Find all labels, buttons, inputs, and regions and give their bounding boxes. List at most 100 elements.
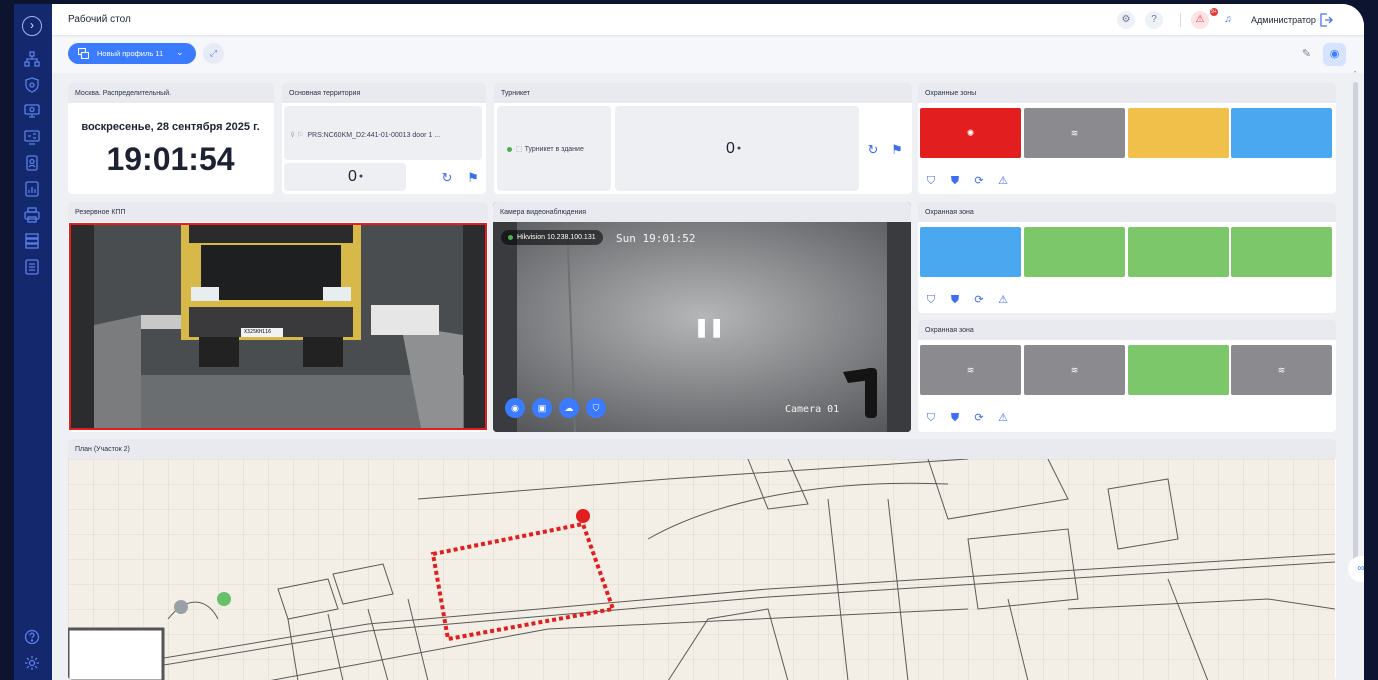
alarm-count-badge: 9+ <box>1210 8 1218 16</box>
side-panel-toggle-icon[interactable]: ∞ <box>1348 556 1364 582</box>
turnstile-counter-box: 0 ● <box>615 106 859 191</box>
clock-widget: Москва. Распределительный. воскресенье, … <box>68 83 274 194</box>
shield-icon[interactable] <box>24 77 40 93</box>
alarm-icon[interactable]: ⚠ <box>1191 11 1209 29</box>
pause-icon[interactable]: ❚❚ <box>694 317 724 338</box>
top-bar: Рабочий стол ⚙ ? ⚠ 9+ ♫ Администратор <box>52 4 1364 36</box>
plan-widget: План (Участок 2) <box>68 439 1336 680</box>
floor-plan-drawing <box>68 459 1335 680</box>
flag-clear-icon[interactable]: ⚑ <box>466 171 480 185</box>
record-icon[interactable]: ◉ <box>505 398 525 418</box>
camera-snapshot-icon[interactable]: ▣ <box>532 398 552 418</box>
org-structure-icon[interactable] <box>24 51 40 67</box>
no-connection-icon: ≋ <box>1070 365 1079 375</box>
door-name: ⊽ ⚐ PRS:NC60KM_D2:441-01-00013 door 1 ... <box>290 132 441 139</box>
page-title: Рабочий стол <box>68 14 131 25</box>
zone-cell-alarm[interactable]: ✺ <box>920 108 1021 158</box>
no-connection-icon: ≋ <box>1277 365 1286 375</box>
security-zone-widget-1: Охранная зона ⛉ ⛊ ⟳ ⚠ <box>918 202 1336 313</box>
reports-icon[interactable] <box>24 181 40 197</box>
flag-clear-icon[interactable]: ⚑ <box>890 143 904 157</box>
zone-cell-disarmed[interactable] <box>920 227 1021 277</box>
zone-cell-armed[interactable] <box>1231 227 1332 277</box>
reset-icon[interactable]: ⟳ <box>972 293 986 307</box>
disarm-icon[interactable]: ⛊ <box>948 293 962 307</box>
profile-select-button[interactable]: Новый профиль 11 ⌄ <box>68 43 196 64</box>
no-connection-icon: ≋ <box>966 365 975 375</box>
license-plate: Х325КН116 <box>244 329 272 335</box>
kpp-camera-view[interactable]: Х325КН116 <box>69 223 487 430</box>
status-dot <box>508 234 513 240</box>
zone-cell-offline[interactable]: ≋ <box>920 345 1021 395</box>
arm-icon[interactable]: ⛉ <box>924 174 938 188</box>
reset-icon[interactable]: ⟳ <box>972 411 986 425</box>
territory-widget: Основная территория ⊽ ⚐ PRS:NC60KM_D2:441… <box>282 83 486 194</box>
refresh-icon[interactable]: ↻ <box>866 143 880 157</box>
printer-icon[interactable] <box>24 207 40 223</box>
server-icon[interactable] <box>24 233 40 249</box>
turnstile-widget-title: Турникет <box>494 83 912 103</box>
monitor-icon[interactable] <box>24 103 40 119</box>
security-zone-title: Охранная зона <box>918 202 1336 222</box>
turnstile-icon: ⬚ <box>516 146 525 153</box>
disarm-icon[interactable]: ⛊ <box>948 411 962 425</box>
video-camera-view[interactable]: Hikvision 10.238.100.131 Sun 19:01:52 Ca… <box>493 222 911 432</box>
zone-cell-armed[interactable] <box>1024 227 1125 277</box>
camera-overlay-time: Sun 19:01:52 <box>616 232 696 245</box>
zone-cell-disarmed[interactable] <box>1231 108 1332 158</box>
arm-icon[interactable]: ⛉ <box>924 293 938 307</box>
alarm-light-icon: ✺ <box>966 128 975 138</box>
zone-cell-offline[interactable]: ≋ <box>1231 345 1332 395</box>
sidebar-toggle-button[interactable]: › <box>22 16 42 36</box>
person-icon: ● <box>736 145 742 153</box>
territory-widget-title: Основная территория <box>282 83 486 103</box>
video-camera-title: Камера видеонаблюдения <box>493 202 911 222</box>
video-camera-widget: Камера видеонаблюдения Hikvision 10.238.… <box>493 202 911 432</box>
security-zone-widget-2: Охранная зона ≋ ≋ ≋ ⛉ ⛊ ⟳ ⚠ <box>918 320 1336 432</box>
profile-label: Новый профиль 11 <box>97 49 164 58</box>
siren-icon[interactable]: ⚠ <box>996 411 1010 425</box>
badge-icon[interactable] <box>24 155 40 171</box>
zone-cell-warning[interactable] <box>1128 108 1229 158</box>
reserve-kpp-widget: Резервное КПП Х325КН116 <box>68 202 488 432</box>
cloud-download-icon[interactable]: ☁ <box>559 398 579 418</box>
main-area: Рабочий стол ⚙ ? ⚠ 9+ ♫ Администратор Но… <box>52 4 1364 680</box>
divider <box>1180 13 1181 27</box>
zone-cell-offline[interactable]: ≋ <box>1024 345 1125 395</box>
gear-icon[interactable]: ⚙ <box>1117 11 1135 29</box>
scrollbar[interactable]: ⌃ <box>1352 70 1360 630</box>
zone-cell-armed[interactable] <box>1128 345 1229 395</box>
door-card[interactable]: ⊽ ⚐ PRS:NC60KM_D2:441-01-00013 door 1 ... <box>284 106 482 160</box>
territory-counter-box: 0 ● <box>284 163 406 191</box>
refresh-icon[interactable]: ↻ <box>440 171 454 185</box>
turnstile-entry-card[interactable]: ⬚ Турникет в здание <box>497 106 611 191</box>
toolbar: Новый профиль 11 ⌄ ⤢ ✎ ◉ <box>52 37 1364 73</box>
siren-icon[interactable]: ⚠ <box>996 293 1010 307</box>
reset-icon[interactable]: ⟳ <box>972 174 986 188</box>
person-icon: ● <box>358 173 364 181</box>
zone-cell-armed[interactable] <box>1128 227 1229 277</box>
edit-icon[interactable]: ✎ <box>1295 43 1318 66</box>
plan-title: План (Участок 2) <box>68 439 1336 459</box>
reserve-kpp-title: Резервное КПП <box>68 202 488 222</box>
disarm-icon[interactable]: ⛊ <box>948 174 962 188</box>
expand-icon[interactable]: ⤢ <box>203 43 224 64</box>
camera-overlay-name: Camera 01 <box>785 404 840 415</box>
settings-icon[interactable] <box>24 655 40 671</box>
help-icon[interactable] <box>24 629 40 645</box>
logout-icon[interactable] <box>1318 12 1334 28</box>
zone-cell-offline[interactable]: ≋ <box>1024 108 1125 158</box>
scrollbar-thumb[interactable] <box>1353 82 1358 572</box>
bell-icon[interactable]: ♫ <box>1219 11 1237 29</box>
user-name[interactable]: Администратор <box>1251 15 1316 25</box>
log-icon[interactable] <box>24 259 40 275</box>
help-icon[interactable]: ? <box>1145 11 1163 29</box>
shield-check-icon[interactable]: ⛉ <box>586 398 606 418</box>
siren-icon[interactable]: ⚠ <box>996 174 1010 188</box>
arm-icon[interactable]: ⛉ <box>924 411 938 425</box>
eye-icon[interactable]: ◉ <box>1323 43 1346 66</box>
video-wall-icon[interactable] <box>24 129 40 145</box>
floor-plan-map[interactable] <box>68 459 1335 680</box>
scroll-up-icon[interactable]: ⌃ <box>1352 70 1358 78</box>
no-connection-icon: ≋ <box>1070 128 1079 138</box>
